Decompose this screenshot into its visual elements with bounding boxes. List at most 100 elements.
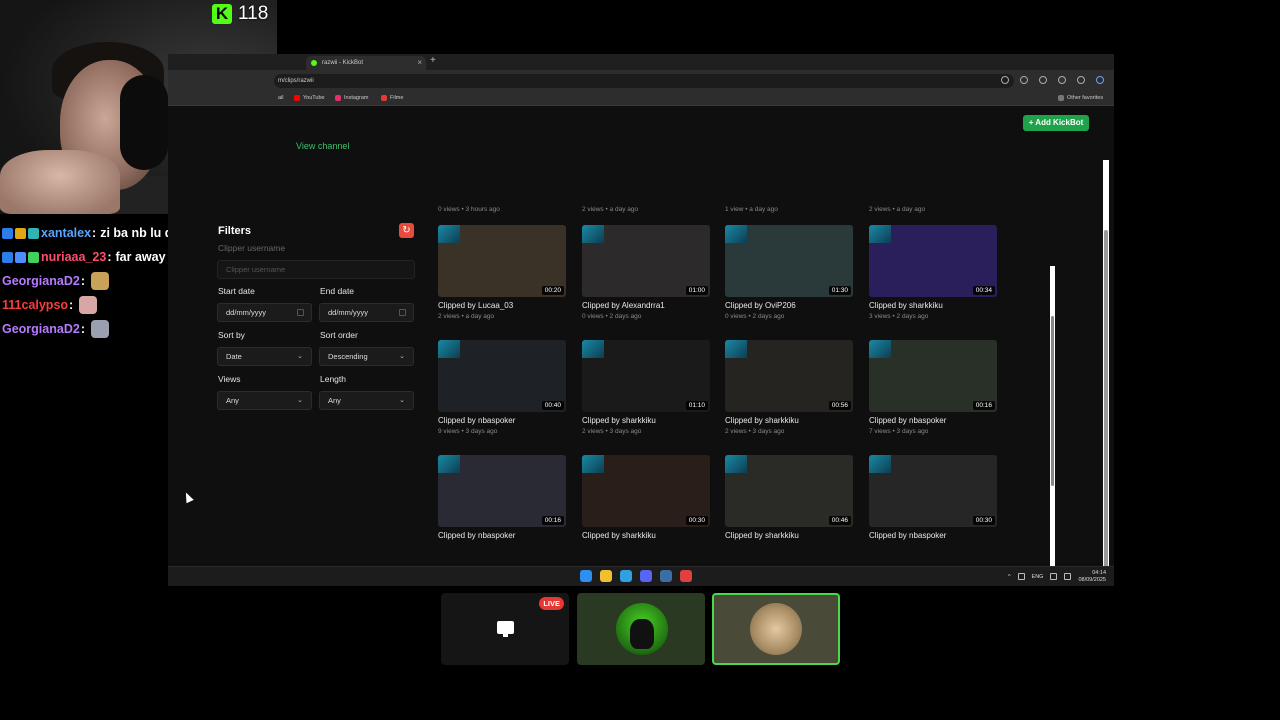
clip-card[interactable]: 01:30 Clipped by OviP206 0 views • 2 days … bbox=[725, 225, 853, 320]
bookmark-item[interactable]: Filme bbox=[381, 95, 403, 101]
scene-card-avatar[interactable] bbox=[577, 593, 705, 665]
bookmark-item[interactable]: YouTube bbox=[294, 95, 325, 101]
clip-card[interactable]: 01:10 Clipped by sharkkiku 2 views • 3 day… bbox=[582, 340, 710, 435]
clip-card[interactable]: 00:16 Clipped by nbaspoker 7 views • 3 day… bbox=[869, 340, 997, 435]
new-tab-button[interactable]: + bbox=[430, 55, 436, 66]
clip-title[interactable]: Clipped by nbaspoker bbox=[869, 416, 997, 425]
bookmark-label: Filme bbox=[390, 95, 404, 101]
clip-title[interactable]: Clipped by sharkkiku bbox=[725, 416, 853, 425]
edge-browser-icon[interactable] bbox=[620, 570, 632, 582]
discord-icon[interactable] bbox=[640, 570, 652, 582]
chat-username[interactable]: GeorgianaD2 bbox=[2, 274, 80, 288]
clip-thumbnail[interactable]: 00:16 bbox=[869, 340, 997, 412]
clip-title[interactable]: Clipped by sharkkiku bbox=[582, 531, 710, 540]
page-scrollbar[interactable] bbox=[1103, 160, 1109, 586]
extensions-icon[interactable] bbox=[1020, 76, 1028, 84]
tab-kickbot[interactable]: razwii - KickBot × bbox=[306, 56, 426, 70]
clip-title[interactable]: Clipped by nbaspoker bbox=[438, 531, 566, 540]
clip-thumbnail[interactable]: 01:30 bbox=[725, 225, 853, 297]
end-date-input[interactable]: dd/mm/yyyy bbox=[319, 303, 414, 322]
end-date-value: dd/mm/yyyy bbox=[328, 308, 369, 317]
taskbar-clock[interactable]: 04:14 08/09/2025 bbox=[1078, 570, 1106, 583]
streamer-cam bbox=[725, 455, 747, 473]
profile-icon[interactable] bbox=[1058, 76, 1066, 84]
clip-title[interactable]: Clipped by nbaspoker bbox=[438, 416, 566, 425]
close-icon[interactable]: × bbox=[417, 56, 422, 70]
clip-duration: 00:46 bbox=[828, 516, 851, 525]
clip-thumbnail[interactable]: 00:56 bbox=[725, 340, 853, 412]
clip-title[interactable]: Clipped by nbaspoker bbox=[869, 531, 997, 540]
clip-card[interactable]: 00:34 Clipped by sharkkiku 3 views • 2 day… bbox=[869, 225, 997, 320]
bookmark-item[interactable]: Instagram bbox=[335, 95, 368, 101]
bookmark-item[interactable]: ail bbox=[278, 95, 284, 101]
clip-thumbnail[interactable]: 00:16 bbox=[438, 455, 566, 527]
file-explorer-icon[interactable] bbox=[600, 570, 612, 582]
chat-separator: : bbox=[107, 250, 112, 264]
add-kickbot-button[interactable]: + Add KickBot bbox=[1023, 115, 1089, 131]
reset-filters-icon[interactable]: ↻ bbox=[399, 223, 414, 238]
clip-card[interactable]: 00:46 Clipped by sharkkiku bbox=[725, 455, 853, 543]
clipper-username-input[interactable]: Clipper username bbox=[217, 260, 415, 279]
clip-title[interactable]: Clipped by OviP206 bbox=[725, 301, 853, 310]
chat-username[interactable]: xantalex bbox=[41, 226, 91, 240]
puzzle-icon[interactable] bbox=[1039, 76, 1047, 84]
clip-thumbnail[interactable]: 01:10 bbox=[582, 340, 710, 412]
clip-card[interactable]: 00:30 Clipped by nbaspoker bbox=[869, 455, 997, 543]
url-field[interactable]: m/clips/razwii bbox=[274, 74, 1014, 88]
streamer-cam bbox=[869, 340, 891, 358]
scene-card-screen[interactable]: LIVE bbox=[441, 593, 569, 665]
clip-thumbnail[interactable]: 00:30 bbox=[582, 455, 710, 527]
clip-duration: 00:30 bbox=[685, 516, 708, 525]
sort-order-select[interactable]: Descending ⌄ bbox=[319, 347, 414, 366]
scene-card-selected[interactable] bbox=[712, 593, 840, 665]
clip-thumbnail[interactable]: 00:30 bbox=[869, 455, 997, 527]
start-date-input[interactable]: dd/mm/yyyy bbox=[217, 303, 312, 322]
views-select[interactable]: Any ⌄ bbox=[217, 391, 312, 410]
microphone-icon[interactable] bbox=[1017, 573, 1025, 580]
clip-title[interactable]: Clipped by Lucaa_03 bbox=[438, 301, 566, 310]
clip-meta: 9 views • 3 days ago bbox=[438, 428, 498, 435]
calendar-icon[interactable] bbox=[297, 309, 304, 316]
clip-thumbnail[interactable]: 00:46 bbox=[725, 455, 853, 527]
chat-username[interactable]: 111calypso bbox=[2, 298, 68, 312]
sort-by-select[interactable]: Date ⌄ bbox=[217, 347, 312, 366]
more-menu-icon[interactable] bbox=[1077, 76, 1085, 84]
copilot-icon[interactable] bbox=[1096, 76, 1104, 84]
clip-card[interactable]: 00:16 Clipped by nbaspoker bbox=[438, 455, 566, 543]
clip-title[interactable]: Clipped by sharkkiku bbox=[869, 301, 997, 310]
chat-username[interactable]: nuriaaa_23 bbox=[41, 250, 106, 264]
clip-card[interactable]: 01:00 Clipped by Alexandrra1 0 views • 2 d… bbox=[582, 225, 710, 320]
clip-card[interactable]: 00:30 Clipped by sharkkiku bbox=[582, 455, 710, 543]
length-select[interactable]: Any ⌄ bbox=[319, 391, 414, 410]
other-favorites[interactable]: Other favorites bbox=[1058, 95, 1103, 101]
clip-duration: 00:34 bbox=[972, 286, 995, 295]
clip-title[interactable]: Clipped by sharkkiku bbox=[725, 531, 853, 540]
clips-scrollbar[interactable] bbox=[1050, 266, 1055, 586]
kickbot-favicon-icon bbox=[311, 60, 317, 66]
streamer-cam bbox=[582, 455, 604, 473]
chat-username[interactable]: GeorgianaD2 bbox=[2, 322, 80, 336]
clip-title[interactable]: Clipped by Alexandrra1 bbox=[582, 301, 710, 310]
clip-meta: 0 views • 3 hours ago bbox=[438, 206, 500, 213]
chevron-up-icon[interactable]: ^ bbox=[1008, 574, 1011, 580]
view-channel-link[interactable]: View channel bbox=[296, 141, 349, 151]
obs-icon[interactable] bbox=[680, 570, 692, 582]
clip-thumbnail[interactable]: 00:20 bbox=[438, 225, 566, 297]
clip-card[interactable]: 00:40 Clipped by nbaspoker 9 views • 3 day… bbox=[438, 340, 566, 435]
language-indicator[interactable]: ENG bbox=[1032, 574, 1044, 580]
star-icon[interactable] bbox=[1001, 76, 1009, 84]
clip-title[interactable]: Clipped by sharkkiku bbox=[582, 416, 710, 425]
clip-card[interactable]: 00:20 Clipped by Lucaa_03 2 views • a day … bbox=[438, 225, 566, 320]
clip-thumbnail[interactable]: 00:34 bbox=[869, 225, 997, 297]
clip-thumbnail[interactable]: 01:00 bbox=[582, 225, 710, 297]
wifi-icon[interactable] bbox=[1050, 573, 1058, 580]
calendar-icon[interactable] bbox=[399, 309, 406, 316]
avatar bbox=[616, 603, 668, 655]
steam-icon[interactable] bbox=[660, 570, 672, 582]
clip-card[interactable]: 00:56 Clipped by sharkkiku 2 views • 3 day… bbox=[725, 340, 853, 435]
windows-start-icon[interactable] bbox=[580, 570, 592, 582]
other-favorites-label: Other favorites bbox=[1067, 95, 1104, 101]
volume-icon[interactable] bbox=[1064, 573, 1072, 580]
clip-thumbnail[interactable]: 00:40 bbox=[438, 340, 566, 412]
chat-badge-icon bbox=[15, 251, 26, 263]
